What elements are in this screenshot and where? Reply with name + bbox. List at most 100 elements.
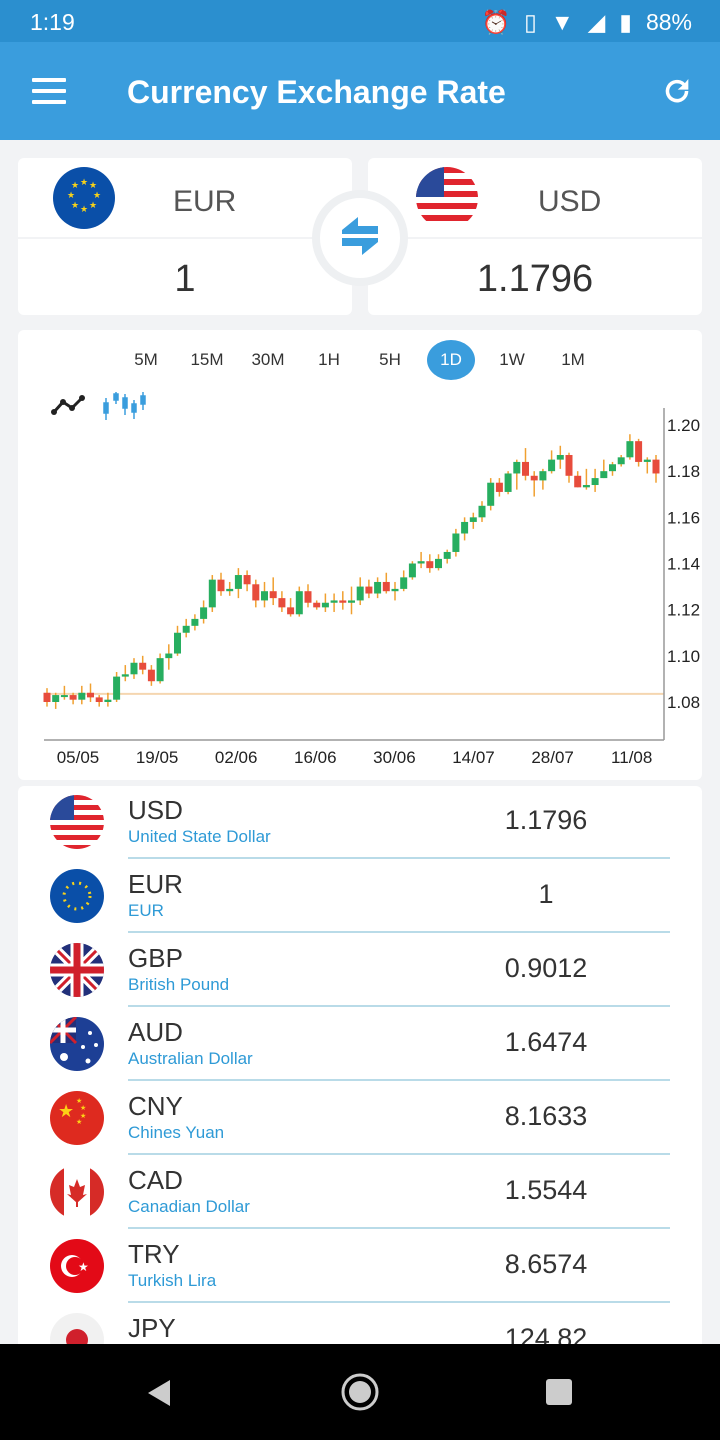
to-amount: 1.1796 [476, 258, 594, 300]
tab-1d[interactable]: 1D [427, 340, 475, 380]
candle-body [121, 674, 129, 677]
au-flag-icon [50, 1017, 104, 1071]
candle-body [252, 584, 260, 601]
tab-5h[interactable]: 5H [366, 340, 414, 380]
currency-name: Australian Dollar [128, 1049, 253, 1068]
from-amount[interactable]: 1 [18, 258, 352, 301]
candle-body [200, 607, 208, 619]
from-currency-card[interactable]: ★ ★ ★ ★ ★ ★ ★ ★ EUR 1 [18, 158, 352, 315]
currency-row-gbp[interactable]: GBP British Pound 0.9012 [18, 933, 702, 1007]
candle-body [417, 561, 425, 564]
candle-body [261, 591, 268, 601]
svg-text:★: ★ [80, 177, 88, 187]
candle-body [339, 600, 347, 603]
currency-row-try[interactable]: ★ TRY Turkish Lira 8.6574 [18, 1229, 702, 1303]
candle-body [400, 577, 408, 589]
svg-text:★: ★ [93, 190, 101, 200]
alarm-icon: ⏰ [481, 9, 511, 35]
ca-flag-icon [50, 1165, 104, 1219]
currency-code: CNY [128, 1091, 183, 1121]
refresh-icon[interactable] [660, 74, 694, 108]
currency-rate: 1.1796 [504, 805, 588, 835]
candle-body [165, 653, 173, 659]
candle-body [435, 558, 442, 569]
currency-name: Chines Yuan [128, 1123, 225, 1142]
candle-body [539, 471, 547, 481]
svg-text:★: ★ [80, 204, 88, 214]
currency-row-aud[interactable]: AUD Australian Dollar 1.6474 [18, 1007, 702, 1081]
to-currency-card[interactable]: USD 1.1796 [368, 158, 702, 315]
tab-1h[interactable]: 1H [305, 340, 353, 380]
candle-body [348, 600, 355, 603]
candle-body [565, 455, 573, 476]
y-tick-label: 1.20 [667, 416, 700, 435]
svg-text:★: ★ [58, 1101, 74, 1121]
svg-text:★: ★ [78, 1260, 89, 1274]
app-bar: Currency Exchange Rate [0, 42, 720, 140]
recents-icon[interactable] [546, 1379, 572, 1405]
vibrate-icon: ▯ [524, 9, 537, 35]
candle-body [478, 505, 486, 518]
candle-body [426, 561, 434, 569]
menu-icon[interactable] [32, 78, 66, 104]
battery-icon: ▮ [619, 9, 632, 35]
svg-text:★: ★ [71, 180, 79, 190]
candle-body [147, 669, 155, 682]
currency-code: AUD [128, 1017, 183, 1047]
tab-30m[interactable]: 30M [244, 340, 292, 380]
candle-body [304, 591, 312, 603]
back-icon[interactable] [146, 1378, 172, 1408]
y-tick-label: 1.16 [667, 508, 700, 527]
y-tick-label: 1.08 [667, 693, 700, 712]
candle-body [408, 563, 416, 578]
tab-5m[interactable]: 5M [122, 340, 170, 380]
currency-code: EUR [128, 869, 183, 899]
tab-15m[interactable]: 15M [183, 340, 231, 380]
candle-body [617, 457, 625, 465]
candle-body [365, 586, 373, 594]
svg-text:★: ★ [76, 1097, 82, 1105]
status-bar: 1:19 ⏰ ▯ ▼ ◢ ▮ 88% [0, 0, 720, 42]
currency-row-cad[interactable]: CAD Canadian Dollar 1.5544 [18, 1155, 702, 1229]
y-tick-label: 1.14 [667, 555, 700, 574]
candle-body [87, 692, 94, 698]
candle-body [469, 517, 477, 522]
eu-flag-icon [50, 869, 104, 923]
candle-body [234, 575, 242, 589]
candle-body [287, 607, 295, 615]
x-tick-label: 05/05 [57, 748, 100, 767]
candle-body [69, 695, 77, 700]
page-title: Currency Exchange Rate [127, 74, 506, 110]
candle-body [217, 579, 225, 592]
currency-rate: 1.6474 [504, 1027, 588, 1057]
tab-1w[interactable]: 1W [488, 340, 536, 380]
home-icon[interactable] [340, 1372, 380, 1412]
currency-code: TRY [128, 1239, 180, 1269]
candle-body [295, 591, 303, 615]
clock: 1:19 [30, 9, 75, 35]
candlestick-chart[interactable]: 1.20 1.18 1.16 1.14 1.12 1.10 1.08 05/05 19/05 02… [0, 400, 720, 780]
candle-body [591, 478, 599, 486]
to-currency-code: USD [538, 185, 602, 218]
candle-body [461, 521, 469, 534]
candle-body [374, 581, 382, 594]
candle-body [321, 602, 329, 608]
currency-row-eur[interactable]: EUR EUR 1 [18, 859, 702, 933]
candle-body [574, 475, 582, 488]
signal-icon: ◢ [587, 9, 606, 35]
currency-row-cny[interactable]: ★ ★ ★ ★ ★ CNY Chines Yuan 8.1633 [18, 1081, 702, 1155]
candle-body [609, 464, 616, 472]
currency-row-usd[interactable]: USD United State Dollar 1.1796 [18, 785, 702, 859]
candle-body [530, 475, 538, 481]
swap-button[interactable] [312, 190, 408, 286]
currency-code: CAD [128, 1165, 183, 1195]
candle-body [356, 586, 364, 601]
candle-body [156, 658, 164, 682]
tr-flag-icon: ★ [50, 1239, 104, 1293]
candle-body [495, 482, 503, 492]
candle-body [43, 692, 51, 702]
cn-flag-icon: ★ ★★★★ [50, 1091, 104, 1145]
candle-body [278, 598, 286, 608]
tab-1m[interactable]: 1M [549, 340, 597, 380]
candle-body [104, 699, 112, 702]
